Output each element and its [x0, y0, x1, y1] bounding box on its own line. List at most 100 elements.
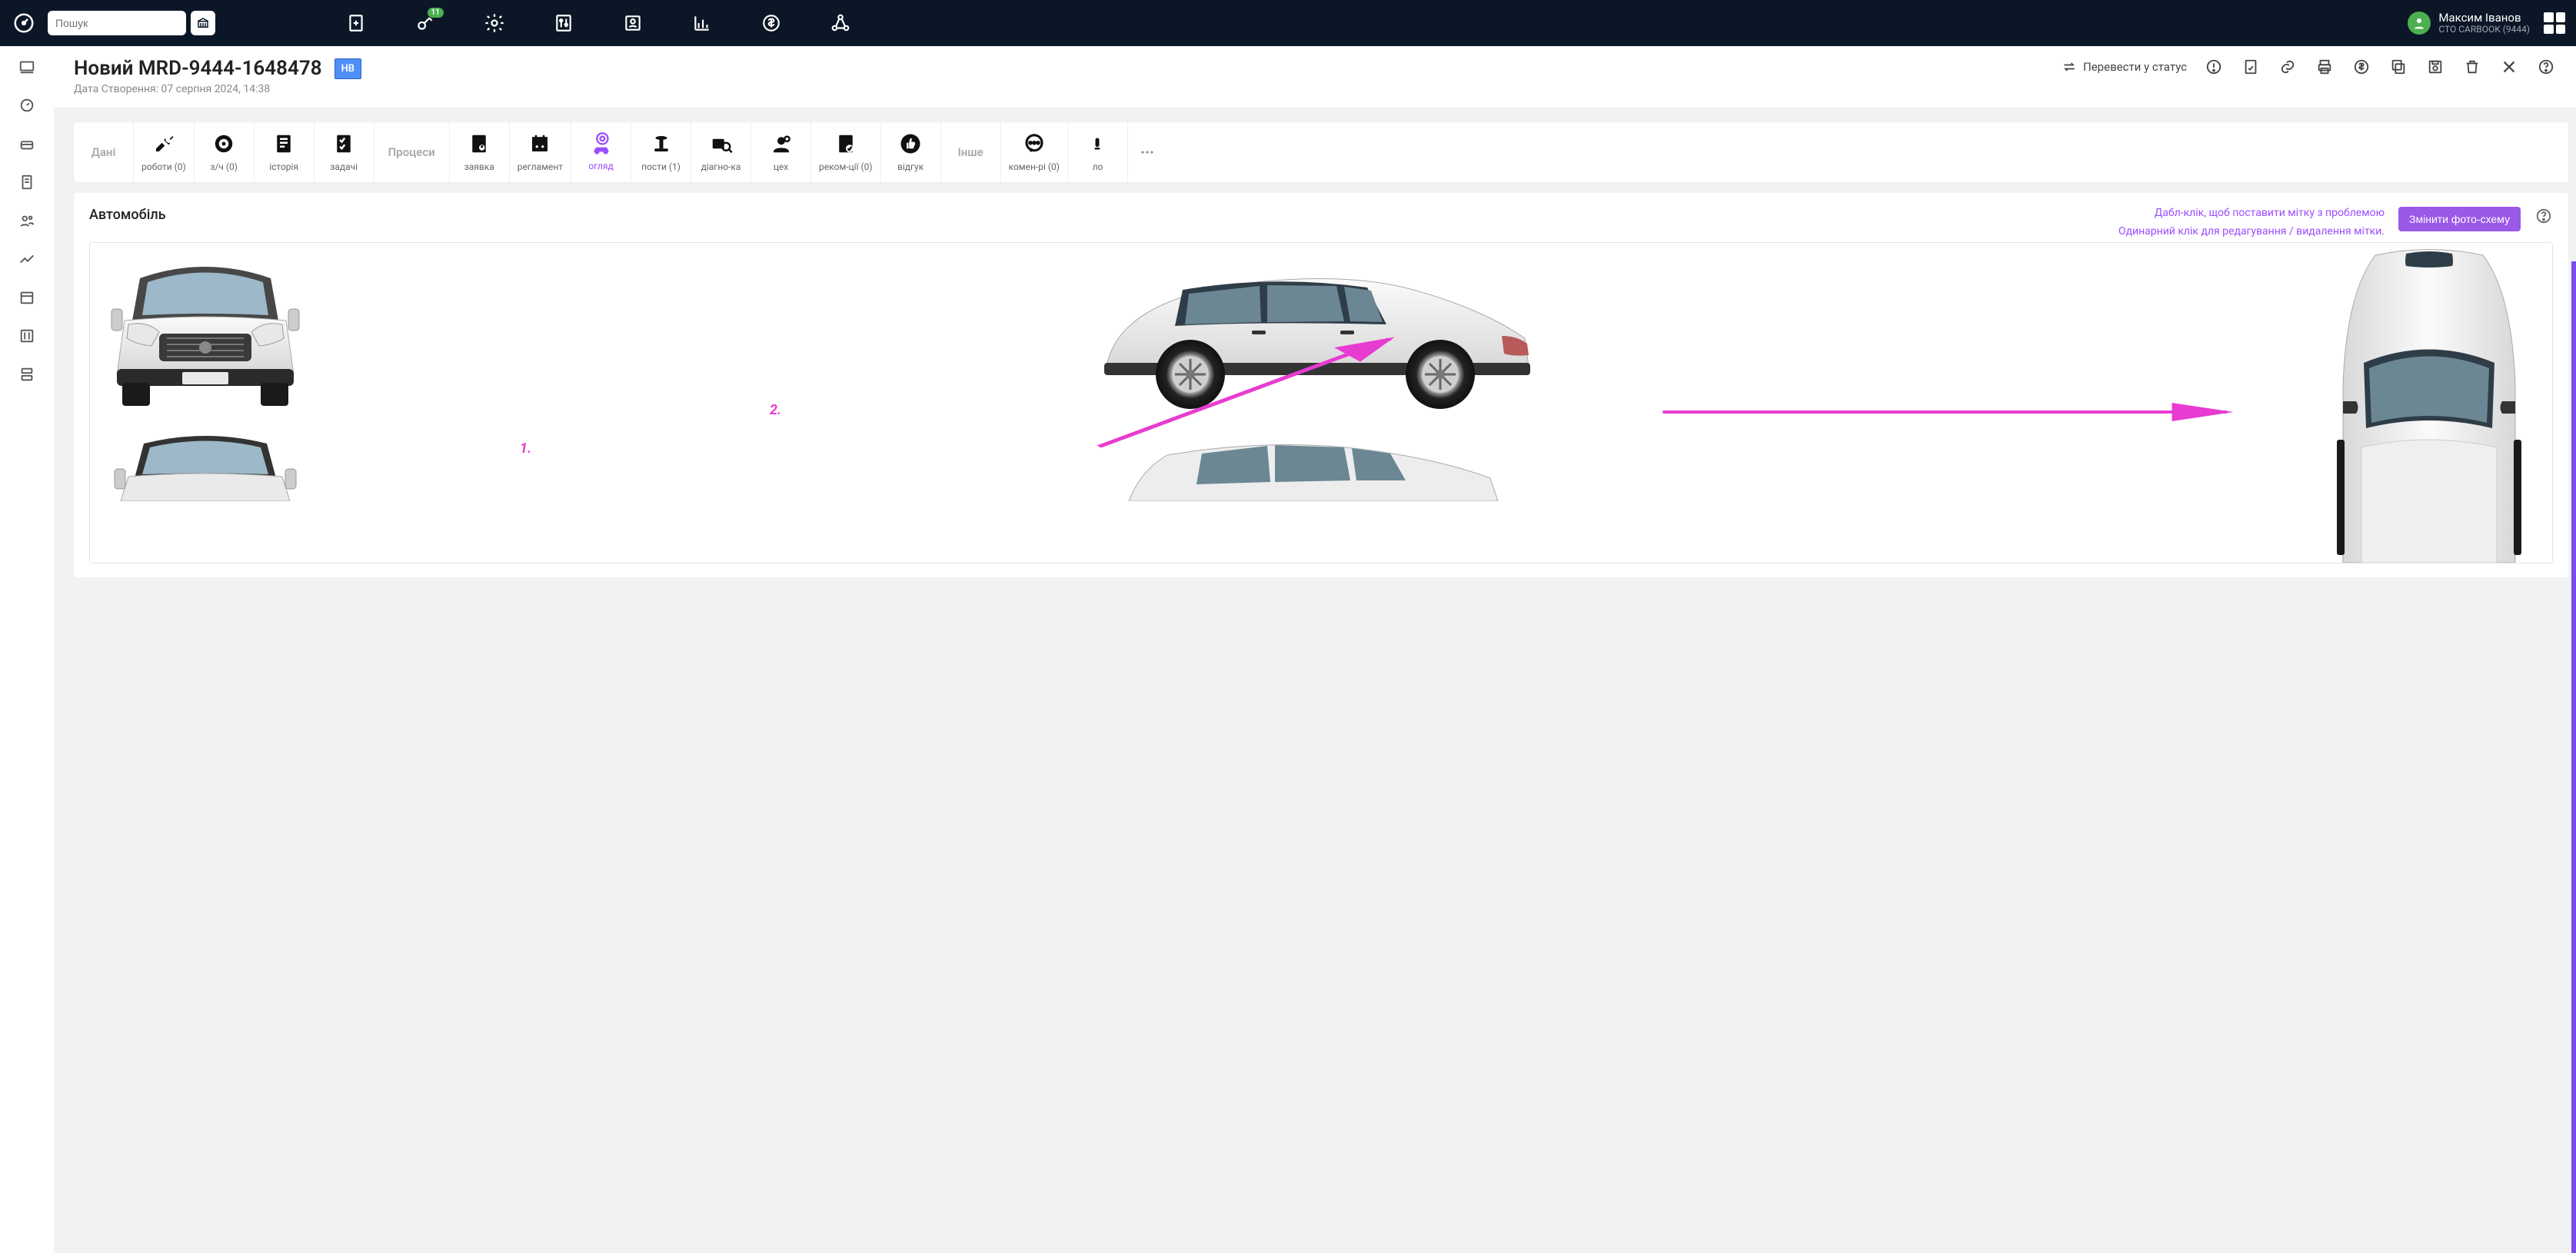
- network-icon[interactable]: [829, 12, 852, 35]
- tab-tasks-label: задачі: [330, 161, 358, 172]
- shield-check-icon[interactable]: [2241, 57, 2261, 77]
- sidebar-box-icon[interactable]: [14, 131, 40, 157]
- sidebar-monitor-icon[interactable]: [14, 54, 40, 80]
- tab-group-processes: Процеси: [374, 122, 450, 182]
- chart-icon[interactable]: [691, 12, 714, 35]
- tab-tasks[interactable]: задачі: [315, 122, 374, 182]
- page-header: Новий MRD-9444-1648478 НВ Дата Створення…: [54, 46, 2576, 108]
- sidebar-adjust-icon[interactable]: [14, 323, 40, 349]
- transfer-label: Перевести у статус: [2083, 60, 2187, 74]
- checklist-icon: [331, 131, 357, 157]
- tab-log-label: ло: [1093, 161, 1103, 172]
- sidebar-gauge-icon[interactable]: [14, 92, 40, 118]
- tab-history-label: історія: [269, 161, 298, 172]
- global-search[interactable]: [48, 11, 186, 35]
- copy-icon[interactable]: [2388, 57, 2408, 77]
- workshop-icon: [768, 131, 794, 157]
- doc-user-icon: [466, 131, 492, 157]
- contact-card-icon[interactable]: [621, 12, 644, 35]
- car-front-view: [105, 248, 305, 417]
- tab-recommend[interactable]: реком-ції (0): [811, 122, 881, 182]
- car-side-view: [1083, 248, 1544, 417]
- tab-workshop[interactable]: цех: [751, 122, 811, 182]
- user-org: СТО CARBOOK (9444): [2438, 25, 2530, 35]
- tab-posts[interactable]: пости (1): [631, 122, 691, 182]
- change-photo-scheme-button[interactable]: Змінити фото-схему: [2398, 207, 2521, 231]
- sidebar-calendar-icon[interactable]: [14, 284, 40, 311]
- tab-inspection[interactable]: огляд: [571, 122, 631, 182]
- created-date-label: Дата Створення: 07 серпня 2024, 14:38: [74, 83, 361, 95]
- tab-diagnostics-label: діагно-ка: [701, 161, 741, 172]
- app-logo[interactable]: [11, 10, 37, 36]
- trash-icon[interactable]: [2462, 57, 2482, 77]
- tab-feedback-label: відгук: [897, 161, 924, 172]
- panel-title: Автомобіль: [89, 207, 166, 223]
- tools-icon: [151, 131, 177, 157]
- tab-group-data: Дані: [74, 122, 134, 182]
- inspection-panel: Автомобіль Дабл-клік, щоб поставити мітк…: [74, 193, 2568, 577]
- help-icon[interactable]: [2536, 57, 2556, 77]
- apps-grid-icon[interactable]: [2544, 12, 2565, 34]
- transfer-status-button[interactable]: Перевести у статус: [2062, 59, 2187, 75]
- clipboard-check-icon: [833, 131, 859, 157]
- chat-icon: [1021, 131, 1047, 157]
- topbar-nav: 11: [329, 12, 2397, 35]
- close-icon[interactable]: [2499, 57, 2519, 77]
- avatar: [2408, 12, 2431, 35]
- swap-icon: [2062, 59, 2077, 75]
- tab-history[interactable]: історія: [255, 122, 315, 182]
- sidebar-people-icon[interactable]: [14, 208, 40, 234]
- page-title: Новий MRD-9444-1648478: [74, 57, 322, 80]
- left-sidebar: [0, 46, 54, 1253]
- panel-help-icon[interactable]: [2534, 207, 2553, 225]
- tab-request-label: заявка: [464, 161, 494, 172]
- scrollbar-indicator[interactable]: [2571, 261, 2576, 1253]
- tab-regulation-label: регламент: [518, 161, 563, 172]
- inspect-car-icon: [588, 130, 614, 156]
- hint-single-click: Одинарний клік для редагування / видален…: [2118, 225, 2385, 238]
- key-icon[interactable]: 11: [414, 12, 437, 35]
- search-input[interactable]: [54, 16, 196, 30]
- car-side-view-2: [1098, 432, 1529, 501]
- page-header-actions: Перевести у статус: [2062, 57, 2556, 77]
- money-icon[interactable]: [2351, 57, 2371, 77]
- alert-icon[interactable]: [2204, 57, 2224, 77]
- dollar-icon[interactable]: [760, 12, 783, 35]
- warehouse-button[interactable]: [191, 11, 215, 35]
- gear-icon[interactable]: [483, 12, 506, 35]
- tabs-more[interactable]: ···: [1128, 122, 1167, 182]
- tab-comments-label: комен-рі (0): [1009, 161, 1060, 172]
- sidebar-report-icon[interactable]: [14, 169, 40, 195]
- tab-log[interactable]: ло: [1068, 122, 1128, 182]
- lamp-icon: [1084, 131, 1110, 157]
- tab-comments[interactable]: комен-рі (0): [1001, 122, 1068, 182]
- thumb-up-icon: [897, 131, 924, 157]
- save-icon[interactable]: [2425, 57, 2445, 77]
- link-icon[interactable]: [2278, 57, 2298, 77]
- topbar: 11 Максим Іванов СТО CARBOOK (9444): [0, 0, 2576, 46]
- user-block[interactable]: Максим Іванов СТО CARBOOK (9444): [2408, 12, 2565, 35]
- sidebar-stats-icon[interactable]: [14, 246, 40, 272]
- tab-regulation[interactable]: регламент: [510, 122, 571, 182]
- tab-inspection-label: огляд: [588, 161, 613, 171]
- sidebar-server-icon[interactable]: [14, 361, 40, 387]
- engine-search-icon: [708, 131, 734, 157]
- new-doc-icon[interactable]: [344, 12, 368, 35]
- car-top-view: [2321, 248, 2537, 563]
- status-badge[interactable]: НВ: [334, 58, 361, 79]
- tab-request[interactable]: заявка: [450, 122, 510, 182]
- hint-double-click: Дабл-клік, щоб поставити мітку з проблем…: [2155, 207, 2385, 219]
- car-rear-view: [105, 432, 305, 501]
- tab-workshop-label: цех: [774, 161, 788, 172]
- tab-parts[interactable]: з/ч (0): [195, 122, 255, 182]
- tab-parts-label: з/ч (0): [210, 161, 238, 172]
- tab-feedback[interactable]: відгук: [881, 122, 941, 182]
- sliders-icon[interactable]: [552, 12, 575, 35]
- print-icon[interactable]: [2315, 57, 2335, 77]
- tab-works[interactable]: роботи (0): [134, 122, 195, 182]
- tab-diagnostics[interactable]: діагно-ка: [691, 122, 751, 182]
- calendar-tools-icon: [527, 131, 553, 157]
- tab-works-label: роботи (0): [141, 161, 186, 172]
- car-schematic[interactable]: [89, 242, 2553, 563]
- tab-posts-label: пости (1): [641, 161, 681, 172]
